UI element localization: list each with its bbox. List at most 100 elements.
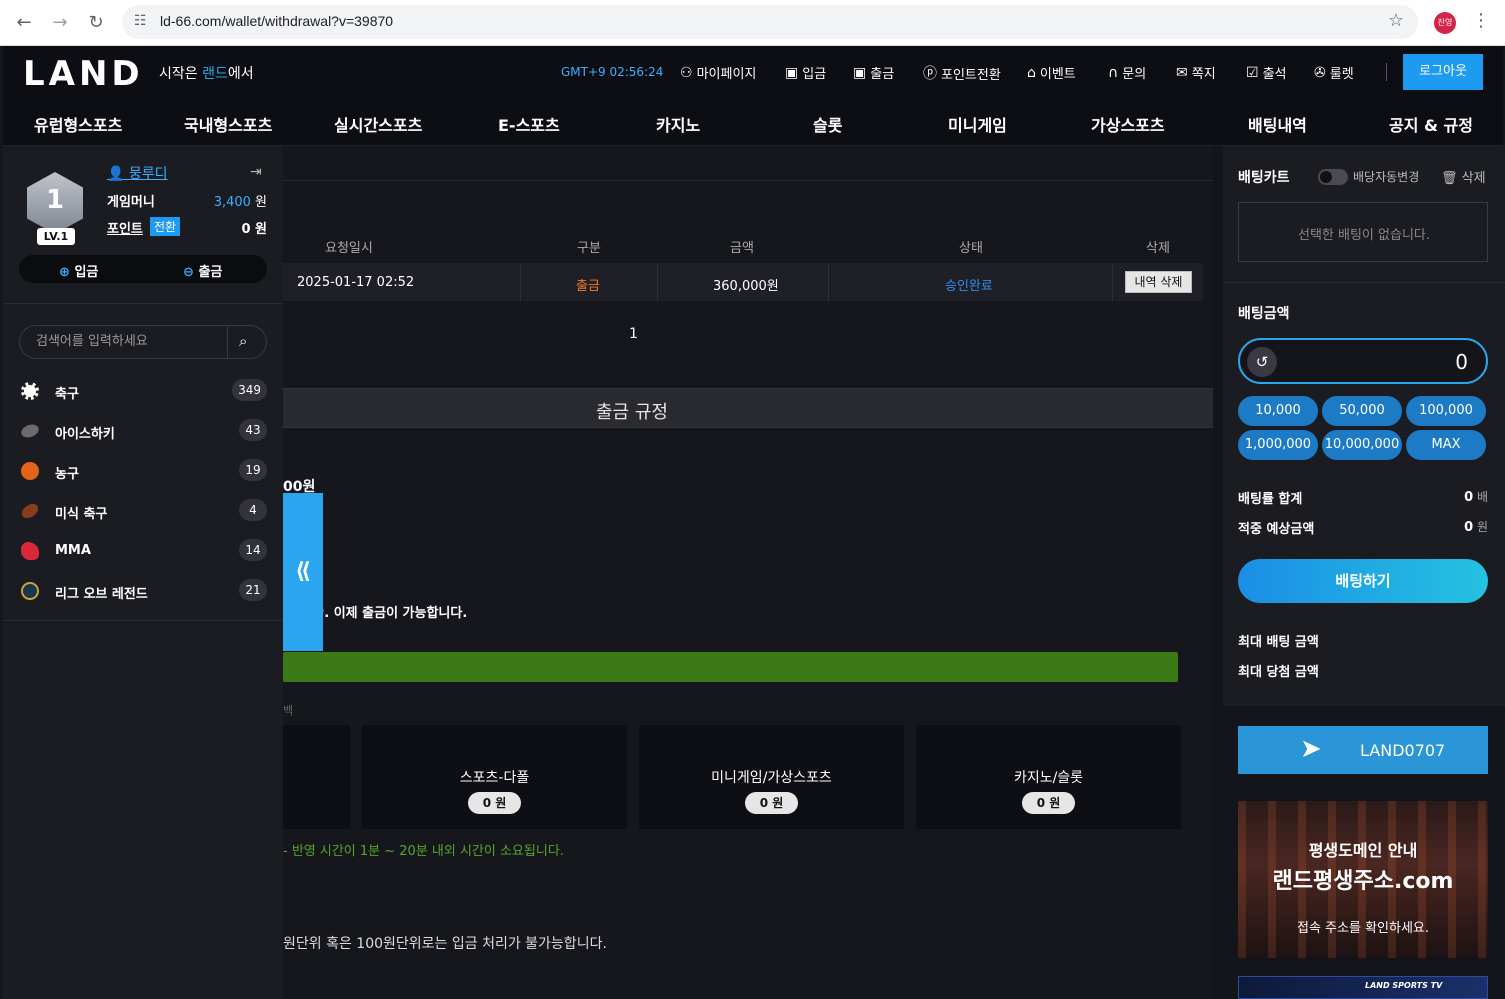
username[interactable]: 👤 뭉루디 (107, 163, 168, 183)
nav-label: 입금 (802, 67, 827, 82)
menu-euro-sports[interactable]: 유럽형스포츠 (34, 112, 122, 136)
site-logo[interactable]: LAND (23, 54, 144, 94)
menu-minigame[interactable]: 미니게임 (948, 112, 1007, 136)
bet-amount-input[interactable]: ↺ 0 (1238, 338, 1488, 384)
th-type: 구분 (577, 241, 601, 256)
cell-divider (828, 263, 829, 301)
withdraw-icon: ▣ (853, 64, 867, 81)
point-convert-button[interactable]: 전환 (150, 217, 181, 236)
menu-live-sports[interactable]: 실시간스포츠 (334, 112, 422, 136)
level-label: LV.1 (37, 228, 75, 245)
menu-bet-history[interactable]: 배팅내역 (1248, 112, 1307, 136)
sport-item-icehockey[interactable]: 아이스하키 43 (19, 418, 267, 444)
reload-icon[interactable]: ↻ (84, 11, 108, 35)
sport-count: 19 (239, 459, 267, 481)
menu-casino[interactable]: 카지노 (656, 112, 700, 136)
cell-divider (520, 263, 521, 301)
chip-50000[interactable]: 50,000 (1322, 396, 1402, 426)
clear-slip-button[interactable]: 🗑 삭제 (1441, 167, 1486, 186)
nav-label: 출석 (1262, 67, 1287, 82)
sports-tv-banner[interactable]: LAND SPORTS TV (1238, 976, 1488, 999)
th-delete: 삭제 (1146, 241, 1170, 256)
cell-amount: 360,000원 (713, 279, 779, 294)
cell-type: 출금 (576, 279, 600, 294)
nav-attendance[interactable]: ☑ 출석 (1246, 63, 1287, 83)
sport-item-soccer[interactable]: 축구 349 (19, 378, 267, 404)
chip-max[interactable]: MAX (1406, 430, 1486, 460)
site-header: LAND 시작은 랜드에서 GMT+9 02:56:24 ⚇ 마이페이지 ▣ 입금 … (3, 46, 1503, 98)
username-text[interactable]: 뭉루디 (129, 166, 168, 182)
chip-10000[interactable]: 10,000 (1238, 396, 1318, 426)
nav-label: 문의 (1122, 67, 1147, 82)
telegram-button[interactable]: ➤ LAND0707 (1238, 726, 1488, 774)
chip-100000[interactable]: 100,000 (1406, 396, 1486, 426)
promo-domain: 랜드평생주소.com (1272, 869, 1454, 894)
nav-mypage[interactable]: ⚇ 마이페이지 (680, 63, 757, 83)
sport-item-american-football[interactable]: 미식 축구 4 (19, 498, 267, 524)
search-icon[interactable]: ⌕ (239, 332, 247, 350)
sport-item-lol[interactable]: 리그 오브 레전드 21 (19, 578, 267, 604)
expected-win-label: 적중 예상금액 (1238, 522, 1315, 537)
sidebar-withdraw-button[interactable]: ⊖ 출금 (183, 261, 222, 280)
domain-promo-banner[interactable]: 평생도메인 안내 랜드평생주소.com 접속 주소를 확인하세요. (1238, 801, 1488, 958)
deposit-icon: ▣ (785, 64, 799, 81)
nav-withdraw[interactable]: ▣ 출금 (853, 63, 894, 83)
nav-event[interactable]: ⌂ 이벤트 (1027, 63, 1076, 83)
logout-icon[interactable]: ⇥ (250, 164, 262, 180)
menu-esports[interactable]: E-스포츠 (498, 112, 560, 136)
sport-count: 4 (239, 499, 267, 521)
nav-roulette[interactable]: ✇ 룰렛 (1314, 63, 1354, 83)
bet-amount-label: 배팅금액 (1238, 306, 1290, 322)
card-value: 0 원 (1022, 792, 1075, 814)
browser-toolbar: ← → ↻ ☷ ld-66.com/wallet/withdrawal?v=39… (0, 0, 1505, 46)
football-icon (19, 500, 41, 522)
search-input[interactable] (36, 334, 226, 349)
nav-point-convert[interactable]: ⓟ 포인트전환 (923, 63, 1001, 83)
minus-circle-icon: ⊖ (183, 265, 194, 280)
site-info-icon[interactable]: ☷ (134, 13, 147, 29)
left-sidebar: 1 LV.1 👤 뭉루디 ⇥ 게임머니 3,400 원 포인트 전환 0 원 ⊕… (3, 146, 283, 999)
menu-notice-rules[interactable]: 공지 & 규정 (1389, 112, 1473, 136)
nav-deposit[interactable]: ▣ 입금 (785, 63, 827, 83)
sidebar-collapse-button[interactable]: ⟪ (283, 493, 323, 651)
back-icon[interactable]: ← (12, 11, 36, 35)
unit-restriction-note: 원단위 혹은 100원단위로는 입금 처리가 불가능합니다. (283, 936, 607, 952)
game-money-label: 게임머니 (107, 195, 155, 210)
menu-virtual-sports[interactable]: 가상스포츠 (1091, 112, 1165, 136)
nav-message[interactable]: ✉ 쪽지 (1176, 63, 1216, 83)
sport-name: 농구 (55, 467, 79, 482)
mail-icon: ✉ (1176, 64, 1188, 81)
section-label: 백 (283, 704, 294, 717)
url-text[interactable]: ld-66.com/wallet/withdrawal?v=39870 (160, 13, 393, 29)
empty-slip-box: 선택한 배팅이 없습니다. (1238, 202, 1488, 262)
odds-unit: 배 (1473, 490, 1488, 504)
nav-label: 마이페이지 (696, 67, 757, 82)
forward-icon[interactable]: → (48, 11, 72, 35)
reset-icon[interactable]: ↺ (1247, 347, 1277, 377)
place-bet-button[interactable]: 배팅하기 (1238, 559, 1488, 603)
basketball-icon (21, 462, 39, 480)
point-label[interactable]: 포인트 (107, 218, 143, 237)
chevrons-left-icon: ⟪ (295, 559, 311, 584)
profile-avatar[interactable]: 찬영 (1434, 12, 1456, 34)
logout-button[interactable]: 로그아웃 (1403, 54, 1483, 90)
sport-item-basketball[interactable]: 농구 19 (19, 458, 267, 484)
delete-history-button[interactable]: 내역 삭제 (1125, 271, 1192, 293)
money-unit: 원 (250, 195, 267, 210)
sport-count: 14 (239, 539, 267, 561)
sport-item-mma[interactable]: MMA 14 (19, 538, 267, 564)
pagination-page[interactable]: 1 (629, 326, 638, 342)
sidebar-deposit-button[interactable]: ⊕ 입금 (59, 261, 98, 280)
menu-slot[interactable]: 슬롯 (813, 112, 842, 136)
sport-count: 21 (239, 579, 267, 601)
nav-inquiry[interactable]: ∩ 문의 (1108, 63, 1147, 83)
menu-domestic-sports[interactable]: 국내형스포츠 (184, 112, 272, 136)
bet-amount-value[interactable]: 0 (1455, 350, 1468, 374)
chip-10000000[interactable]: 10,000,000 (1322, 430, 1402, 460)
browser-menu-icon[interactable]: ⋮ (1472, 10, 1490, 31)
rollover-card: 미니게임/가상스포츠 0 원 (639, 725, 904, 829)
bookmark-star-icon[interactable]: ☆ (1388, 10, 1404, 31)
chip-1000000[interactable]: 1,000,000 (1238, 430, 1318, 460)
auto-odds-toggle[interactable] (1318, 169, 1348, 185)
address-bar[interactable]: ☷ ld-66.com/wallet/withdrawal?v=39870 ☆ (122, 5, 1418, 39)
